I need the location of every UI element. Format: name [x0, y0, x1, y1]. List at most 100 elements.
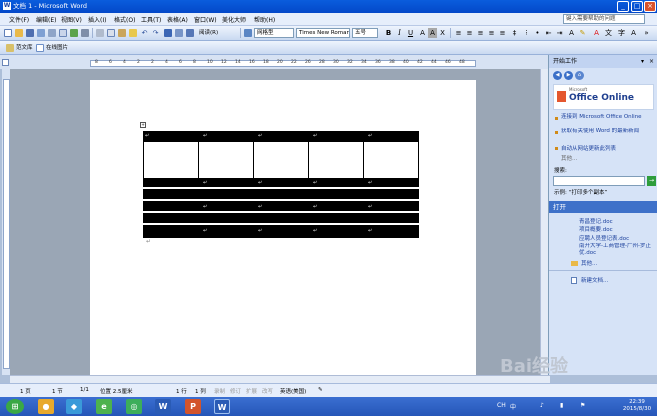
taskbar-powerpoint-icon[interactable]: P: [185, 399, 201, 414]
char-spacing-icon[interactable]: A: [567, 28, 576, 38]
underline-button[interactable]: U: [406, 28, 415, 38]
paste-icon[interactable]: [118, 29, 126, 37]
ask-question-input[interactable]: 键入需要帮助的问题: [563, 14, 645, 24]
print-preview-icon[interactable]: [59, 29, 67, 37]
taskbar-app-icon[interactable]: ◆: [66, 399, 82, 414]
home-icon[interactable]: ⌂: [575, 71, 584, 80]
table-row[interactable]: [143, 131, 419, 142]
recent-file-link[interactable]: 项目概要.doc: [579, 225, 613, 233]
horizontal-scrollbar[interactable]: [10, 375, 550, 383]
align-right-icon[interactable]: ≡: [476, 28, 485, 38]
tray-flag-icon[interactable]: ⚑: [580, 402, 585, 409]
word-news-link[interactable]: 获取有关使用 Word 的最新新闻: [561, 128, 655, 142]
menu-format[interactable]: 格式(O): [114, 15, 135, 24]
font-color-icon[interactable]: A: [592, 28, 601, 38]
styles-icon[interactable]: [244, 29, 252, 37]
italic-button[interactable]: I: [395, 28, 404, 38]
bold-button[interactable]: B: [384, 28, 393, 38]
taskbar-app-icon[interactable]: ●: [38, 399, 54, 414]
auto-update-link[interactable]: 自动从网站更新此列表: [561, 144, 616, 152]
reading-mode-button[interactable]: 阅读(R): [199, 28, 218, 38]
status-record[interactable]: 录制: [214, 387, 225, 395]
status-track[interactable]: 修订: [230, 387, 241, 395]
search-input[interactable]: [553, 176, 645, 186]
taskbar-word-active-icon[interactable]: W: [214, 399, 230, 414]
font-size-select[interactable]: 五号: [352, 28, 378, 38]
permission-icon[interactable]: [37, 29, 45, 37]
undo-icon[interactable]: ↶: [140, 28, 149, 38]
char-border-icon[interactable]: A: [418, 28, 427, 38]
tray-network-icon[interactable]: ▮: [560, 402, 563, 409]
tray-volume-icon[interactable]: ♪: [540, 402, 544, 409]
spelling-status-icon[interactable]: ✎: [318, 387, 323, 393]
menu-window[interactable]: 窗口(W): [194, 15, 217, 24]
copy-icon[interactable]: [107, 29, 115, 37]
redo-icon[interactable]: ↷: [151, 28, 160, 38]
style-select[interactable]: 网格型: [254, 28, 294, 38]
font-select[interactable]: Times New Roman: [296, 28, 350, 38]
taskbar-word-icon[interactable]: W: [155, 399, 171, 414]
distribute-icon[interactable]: ≡: [498, 28, 507, 38]
justify-icon[interactable]: ≡: [487, 28, 496, 38]
cut-icon[interactable]: [96, 29, 104, 37]
recent-file-link[interactable]: 青昌登记.doc: [579, 217, 613, 225]
status-extend[interactable]: 扩展: [246, 387, 257, 395]
save-icon[interactable]: [26, 29, 34, 37]
status-overtype[interactable]: 改写: [262, 387, 273, 395]
new-document-link[interactable]: 新建文档...: [581, 276, 608, 284]
forward-icon[interactable]: ▶: [564, 71, 573, 80]
menu-help[interactable]: 帮助(H): [254, 15, 275, 24]
recent-file-link[interactable]: 南开大学-工商管理-广州-罗正优.doc: [579, 243, 657, 257]
tables-borders-icon[interactable]: [175, 29, 183, 37]
tray-ime[interactable]: 中: [510, 402, 516, 411]
char-scale-icon[interactable]: X: [438, 28, 447, 38]
search-go-button[interactable]: →: [647, 176, 656, 186]
hyperlink-icon[interactable]: [164, 29, 172, 37]
spelling-icon[interactable]: [70, 29, 78, 37]
toolbar-options-icon[interactable]: »: [642, 28, 651, 38]
table-row[interactable]: [143, 142, 419, 178]
menu-tools[interactable]: 工具(T): [141, 15, 161, 24]
menu-beautify[interactable]: 美化大师: [222, 15, 246, 24]
tab-selector-icon[interactable]: [2, 59, 9, 66]
pane-dropdown-icon[interactable]: ▾: [641, 55, 644, 68]
print-icon[interactable]: [48, 29, 56, 37]
minimize-button[interactable]: _: [617, 1, 629, 12]
increase-indent-icon[interactable]: ⇥: [555, 28, 564, 38]
document-table[interactable]: ↵ ↵ ↵ ↵ ↵ ↵ ↵ ↵ ↵ ↵ ↵ ↵ ↵ ↵ ↵ ↵ ↵: [143, 131, 419, 238]
bullets-icon[interactable]: •: [533, 28, 542, 38]
table-move-handle-icon[interactable]: +: [140, 122, 146, 128]
back-icon[interactable]: ◀: [553, 71, 562, 80]
pane-close-icon[interactable]: ×: [649, 55, 654, 68]
template-library-button[interactable]: 范文库: [16, 43, 33, 53]
connect-office-online-link[interactable]: 连接到 Microsoft Office Online: [561, 114, 655, 121]
menu-file[interactable]: 文件(F): [9, 15, 29, 24]
online-picture-button[interactable]: 在线图片: [46, 43, 68, 53]
align-center-icon[interactable]: ≡: [465, 28, 474, 38]
horizontal-ruler[interactable]: 8 6 4 2 2 4 6 8 10 12 14 16 18 20 22 26 28 30 32 34 36 38 40 42…: [90, 60, 476, 67]
more-link[interactable]: 其他...: [561, 154, 577, 162]
more-files-link[interactable]: 其他...: [581, 259, 597, 267]
line-spacing-icon[interactable]: ‡: [510, 28, 519, 38]
new-doc-icon[interactable]: [4, 29, 12, 37]
vertical-ruler[interactable]: [2, 69, 10, 375]
taskbar-app-icon[interactable]: e: [96, 399, 112, 414]
taskbar-app-icon[interactable]: ◎: [126, 399, 142, 414]
align-left-icon[interactable]: ≡: [454, 28, 463, 38]
recent-file-link[interactable]: 应聘人员登记表.doc: [579, 234, 629, 242]
decrease-indent-icon[interactable]: ⇤: [544, 28, 553, 38]
menu-table[interactable]: 表格(A): [167, 15, 188, 24]
format-painter-icon[interactable]: [129, 29, 137, 37]
start-button[interactable]: ⊞: [6, 399, 24, 414]
maximize-button[interactable]: □: [631, 1, 643, 12]
menu-insert[interactable]: 插入(I): [88, 15, 106, 24]
research-icon[interactable]: [81, 29, 89, 37]
tray-lang[interactable]: CH: [497, 402, 506, 409]
enclosed-char-icon[interactable]: 字: [617, 28, 626, 38]
menu-edit[interactable]: 编辑(E): [36, 15, 56, 24]
char-shading-icon[interactable]: A: [428, 28, 437, 38]
vertical-scrollbar[interactable]: [540, 69, 548, 375]
taskbar-clock[interactable]: 22:39 2015/8/30: [618, 399, 656, 413]
highlight-icon[interactable]: ✎: [578, 28, 587, 38]
insert-table-icon[interactable]: [186, 29, 194, 37]
